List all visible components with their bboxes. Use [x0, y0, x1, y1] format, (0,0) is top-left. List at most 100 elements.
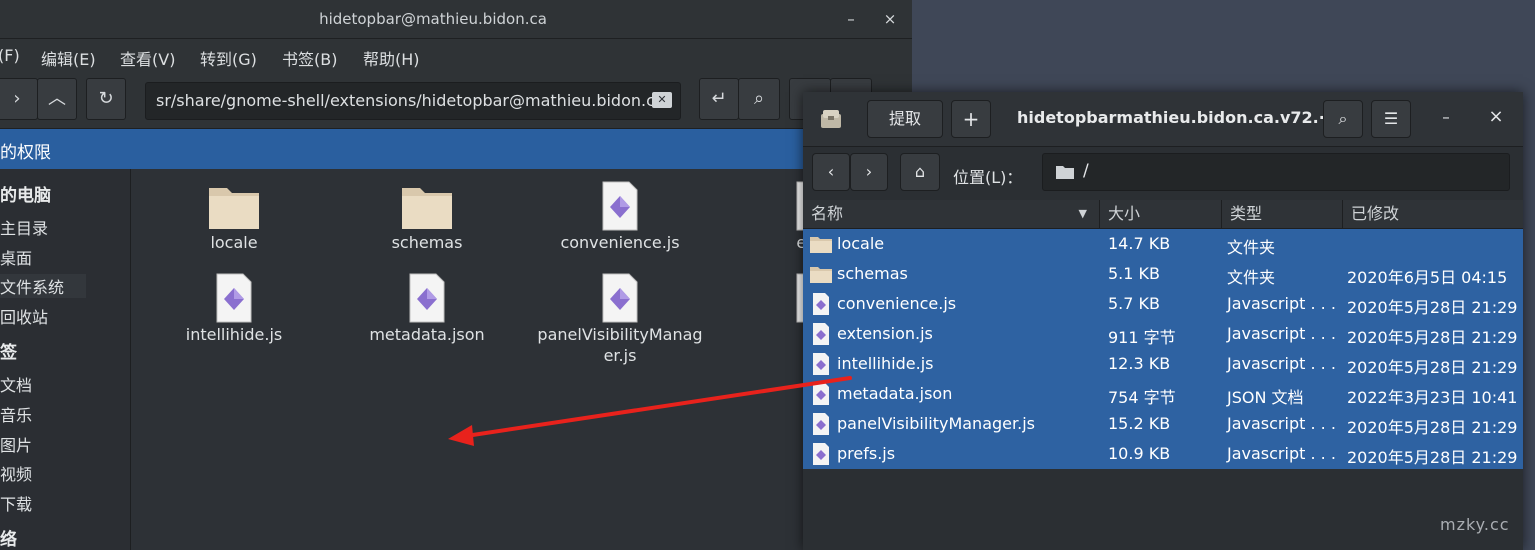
clear-entry-icon[interactable]: ✕ [652, 92, 672, 108]
script-file-icon [602, 273, 638, 323]
home-button[interactable]: ⌂ [900, 153, 940, 191]
table-row[interactable]: prefs.js 10.9 KB Javascript . . . 2020年5… [803, 439, 1523, 469]
table-row[interactable]: metadata.json 754 字节 JSON 文档 2022年3月23日 … [803, 379, 1523, 409]
up-button[interactable]: ︿ [37, 78, 77, 120]
location-entry[interactable]: sr/share/gnome-shell/extensions/hidetopb… [145, 82, 681, 120]
script-file-icon [409, 273, 445, 323]
table-row[interactable]: schemas 5.1 KB 文件夹 2020年6月5日 04:15 [803, 259, 1523, 289]
sidebar-item-videos[interactable]: 视频 [0, 461, 32, 485]
minimize-button[interactable]: – [1435, 108, 1457, 130]
toggle-location-button[interactable]: ↵ [699, 78, 739, 120]
file-name: intellihide.js [185, 325, 283, 344]
title-bar[interactable]: hidetopbar@mathieu.bidon.ca – × [0, 0, 912, 39]
column-header-modified[interactable]: 已修改 [1343, 200, 1523, 229]
menu-view[interactable]: 查看(V) [120, 46, 175, 70]
search-button[interactable]: ⌕ [738, 78, 780, 120]
sidebar-item-pictures[interactable]: 图片 [0, 432, 32, 456]
chevron-right-icon: › [13, 88, 21, 109]
file-item[interactable]: panelVisibilityManag er.js [530, 272, 710, 366]
window-title: hidetopbar@mathieu.bidon.ca [319, 10, 547, 28]
table-row[interactable]: intellihide.js 12.3 KB Javascript . . . … [803, 349, 1523, 379]
script-file-icon [813, 383, 829, 405]
archive-manager-window: 提取 + hidetopbarmathieu.bidon.ca.v72.··· … [803, 92, 1523, 550]
sidebar-item-downloads[interactable]: 下载 [0, 491, 32, 515]
file-item[interactable]: metadata.json [337, 272, 517, 345]
file-item[interactable]: schemas [337, 180, 517, 253]
archive-title: hidetopbarmathieu.bidon.ca.v72.··· [1017, 108, 1337, 127]
file-item[interactable]: intellihide.js [144, 272, 324, 345]
sidebar-item-home[interactable]: 主目录 [0, 215, 48, 239]
reload-icon: ↻ [98, 88, 114, 109]
close-button[interactable]: × [1485, 106, 1507, 128]
table-row[interactable]: convenience.js 5.7 KB Javascript . . . 2… [803, 289, 1523, 319]
file-name: convenience.js [560, 233, 680, 252]
column-header-size[interactable]: 大小 [1100, 200, 1222, 229]
folder-icon [810, 237, 832, 253]
script-file-icon [813, 353, 829, 375]
sidebar-heading-bookmarks: 签 [0, 343, 17, 363]
search-icon: ⌕ [753, 88, 765, 109]
table-row[interactable]: extension.js 911 字节 Javascript . . . 202… [803, 319, 1523, 349]
return-icon: ↵ [711, 88, 727, 109]
location-path: sr/share/gnome-shell/extensions/hidetopb… [156, 91, 665, 110]
menu-bookmarks[interactable]: 书签(B) [282, 46, 337, 70]
folder-icon [402, 188, 452, 229]
menu-edit[interactable]: 编辑(E) [41, 46, 96, 70]
location-label: 位置(L)： [953, 168, 1023, 187]
column-header-name[interactable]: 名称 ▼ [803, 200, 1100, 229]
watermark: mzky.cc [1440, 515, 1510, 534]
sidebar-item-desktop[interactable]: 桌面 [0, 245, 32, 269]
script-file-icon [602, 181, 638, 231]
extract-button[interactable]: 提取 [867, 100, 943, 138]
location-field[interactable]: / [1042, 153, 1510, 191]
info-bar: 的权限 [0, 129, 912, 169]
file-name: metadata.json [369, 325, 485, 344]
table-row[interactable]: panelVisibilityManager.js 15.2 KB Javasc… [803, 409, 1523, 439]
folder-icon [1056, 166, 1074, 179]
script-file-icon [216, 273, 252, 323]
sidebar-item-filesystem[interactable]: 文件系统 [0, 274, 86, 298]
forward-button[interactable]: › [850, 153, 888, 191]
chevron-left-icon: ‹ [827, 162, 835, 181]
reload-button[interactable]: ↻ [86, 78, 126, 120]
file-name: schemas [391, 233, 463, 252]
menu-button[interactable]: ☰ [1371, 100, 1411, 138]
home-icon: ⌂ [914, 162, 926, 181]
file-item[interactable]: locale [144, 180, 324, 253]
forward-button[interactable]: › [0, 78, 38, 120]
menu-go[interactable]: 转到(G) [200, 46, 257, 70]
chevron-right-icon: › [865, 162, 873, 181]
menu-file[interactable]: (F) [0, 46, 20, 65]
script-file-icon [813, 323, 829, 345]
file-name: panelVisibilityManag [537, 325, 703, 344]
archive-app-icon [817, 106, 845, 132]
column-header-type[interactable]: 类型 [1222, 200, 1343, 229]
sidebar-item-music[interactable]: 音乐 [0, 402, 32, 426]
info-bar-text: 的权限 [0, 143, 51, 163]
sort-descending-icon: ▼ [1078, 207, 1087, 220]
folder-icon [209, 188, 259, 229]
script-file-icon [813, 293, 829, 315]
table-row[interactable]: locale 14.7 KB 文件夹 [803, 229, 1523, 259]
file-item[interactable]: convenience.js [530, 180, 710, 253]
close-button[interactable]: × [879, 8, 901, 30]
menu-help[interactable]: 帮助(H) [363, 46, 420, 70]
search-button[interactable]: ⌕ [1323, 100, 1363, 138]
chevron-up-icon: ︿ [48, 88, 66, 109]
add-files-button[interactable]: + [951, 100, 991, 138]
back-button[interactable]: ‹ [812, 153, 850, 191]
script-file-icon [813, 443, 829, 465]
hamburger-menu-icon: ☰ [1383, 109, 1399, 128]
sidebar: 的电脑 主目录 桌面 文件系统 回收站 签 文档 音乐 图片 视频 下载 络 [0, 169, 131, 550]
sidebar-item-documents[interactable]: 文档 [0, 372, 32, 396]
script-file-icon [813, 413, 829, 435]
file-name: locale [210, 233, 258, 252]
sidebar-heading-computer: 的电脑 [0, 186, 51, 206]
location-path: / [1083, 161, 1089, 181]
minimize-button[interactable]: – [840, 8, 862, 30]
file-manager-window: hidetopbar@mathieu.bidon.ca – × (F) 编辑(E… [0, 0, 912, 550]
file-name-line2: er.js [603, 346, 637, 365]
folder-icon [810, 267, 832, 283]
sidebar-item-trash[interactable]: 回收站 [0, 304, 48, 328]
search-icon: ⌕ [1338, 109, 1348, 128]
